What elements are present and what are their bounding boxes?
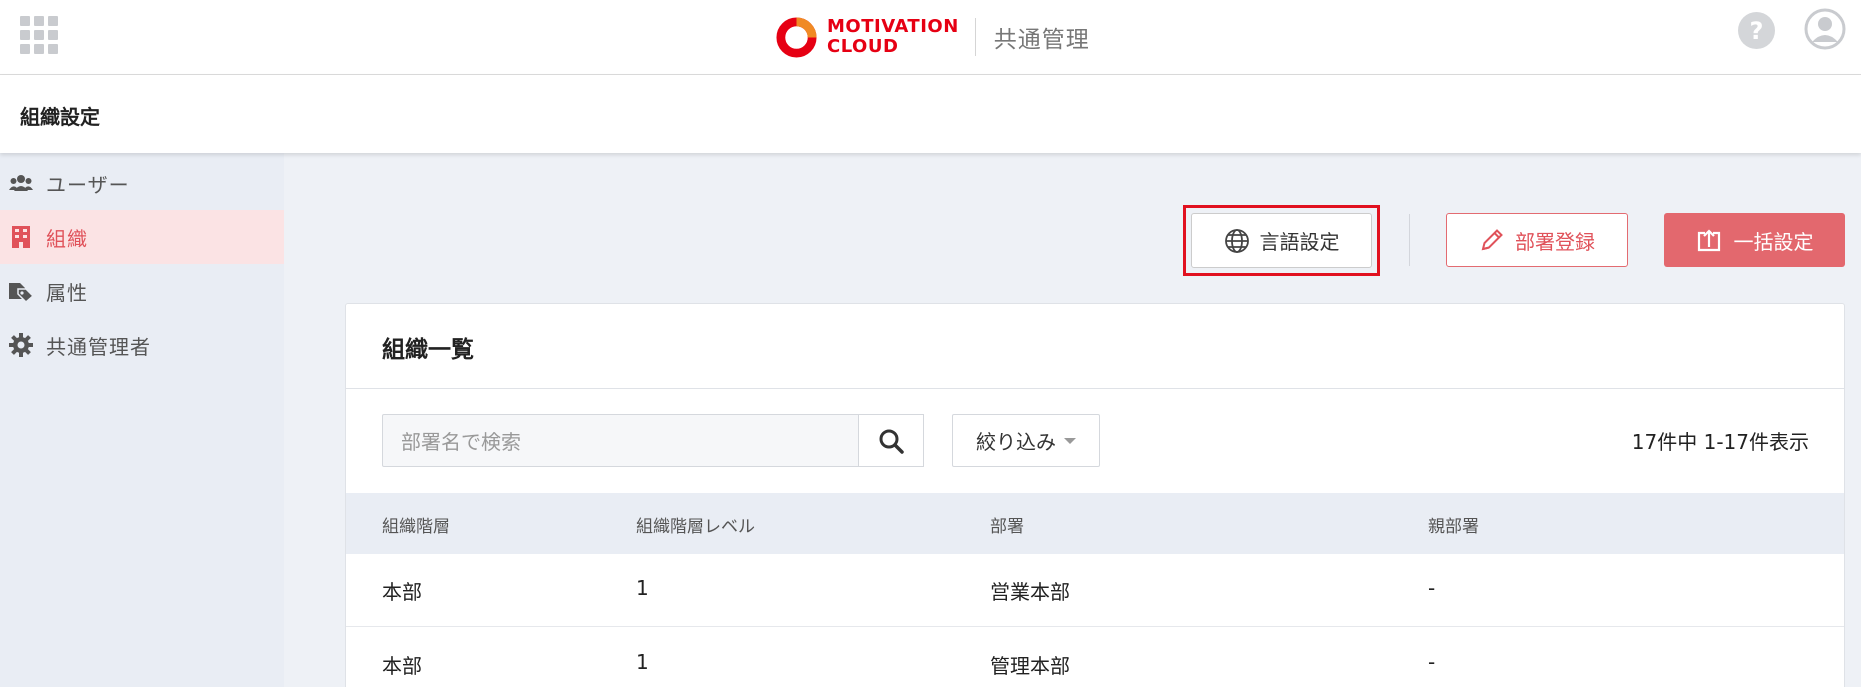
- column-header[interactable]: 部署: [990, 512, 1024, 537]
- column-header[interactable]: 組織階層レベル: [636, 512, 755, 537]
- page-title: 組織設定: [20, 105, 100, 129]
- sidebar-item-label: 組織: [46, 226, 88, 251]
- sidebar-item-attributes[interactable]: 属性: [0, 264, 284, 318]
- panel-divider: [346, 388, 1844, 389]
- brand-line1: MOTIVATION: [827, 16, 959, 37]
- users-icon: [8, 170, 34, 196]
- table-row[interactable]: 本部 1 営業本部 -: [346, 554, 1844, 627]
- language-settings-button[interactable]: 言語設定: [1183, 205, 1380, 276]
- table-header: 組織階層 組織階層レベル 部署 親部署: [346, 493, 1844, 554]
- cell-level: 1: [636, 650, 649, 674]
- motivation-cloud-logo-icon: [776, 16, 817, 58]
- cell-hierarchy: 本部: [382, 654, 422, 678]
- toolbar-divider: [1409, 214, 1410, 266]
- organization-list-panel: 組織一覧 部署名で検索 絞り込み 17件中 1-17件表示 組織階層 組織階層レ…: [345, 303, 1845, 687]
- cell-department: 営業本部: [990, 580, 1070, 604]
- brand: MOTIVATION CLOUD 共通管理: [775, 13, 1090, 61]
- brand-line2: CLOUD: [827, 36, 899, 57]
- result-count: 17件中 1-17件表示: [1631, 430, 1809, 454]
- department-search-input[interactable]: 部署名で検索: [382, 414, 859, 467]
- search-icon: [879, 429, 904, 454]
- brand-divider: [974, 18, 976, 56]
- top-bar: MOTIVATION CLOUD 共通管理 ?: [0, 0, 1861, 75]
- column-header[interactable]: 組織階層: [382, 512, 450, 537]
- building-icon: [8, 224, 34, 250]
- language-settings-button-inner[interactable]: 言語設定: [1191, 213, 1372, 268]
- bulk-settings-label: 一括設定: [1733, 229, 1814, 254]
- pencil-icon: [1481, 229, 1503, 251]
- cell-department: 管理本部: [990, 654, 1070, 678]
- filter-dropdown[interactable]: 絞り込み: [952, 414, 1100, 467]
- sidebar-item-common-admins[interactable]: 共通管理者: [0, 318, 284, 372]
- brand-wordmark: MOTIVATION CLOUD: [827, 17, 959, 57]
- help-icon[interactable]: ?: [1738, 12, 1775, 49]
- page-title-bar: 組織設定: [0, 75, 1861, 153]
- register-department-label: 部署登録: [1515, 229, 1595, 254]
- sidebar-item-label: 共通管理者: [46, 334, 151, 359]
- table-row[interactable]: 本部 1 管理本部 -: [346, 628, 1844, 687]
- app-grid-icon[interactable]: [20, 16, 58, 54]
- sidebar-item-organization[interactable]: 組織: [0, 210, 284, 264]
- upload-icon: [1697, 229, 1720, 252]
- gear-icon: [8, 332, 34, 358]
- language-settings-label: 言語設定: [1259, 230, 1340, 254]
- cell-parent-department: -: [1428, 576, 1436, 600]
- bulk-settings-button[interactable]: 一括設定: [1664, 213, 1845, 267]
- sidebar-item-users[interactable]: ユーザー: [0, 156, 284, 210]
- account-icon[interactable]: [1804, 8, 1846, 50]
- cell-level: 1: [636, 576, 649, 600]
- sidebar: ユーザー 組織 属性 共通管理者: [0, 153, 284, 687]
- panel-title: 組織一覧: [382, 337, 474, 363]
- column-header[interactable]: 親部署: [1428, 512, 1479, 537]
- search-button[interactable]: [858, 414, 924, 467]
- tags-icon: [8, 278, 34, 304]
- app-name: 共通管理: [993, 27, 1090, 53]
- filter-label: 絞り込み: [976, 430, 1056, 454]
- sidebar-item-label: ユーザー: [46, 172, 130, 197]
- globe-icon: [1224, 228, 1249, 253]
- sidebar-item-label: 属性: [46, 280, 88, 305]
- register-department-button[interactable]: 部署登録: [1446, 213, 1628, 267]
- cell-parent-department: -: [1428, 650, 1436, 674]
- cell-hierarchy: 本部: [382, 580, 422, 604]
- caret-down-icon: [1064, 437, 1076, 444]
